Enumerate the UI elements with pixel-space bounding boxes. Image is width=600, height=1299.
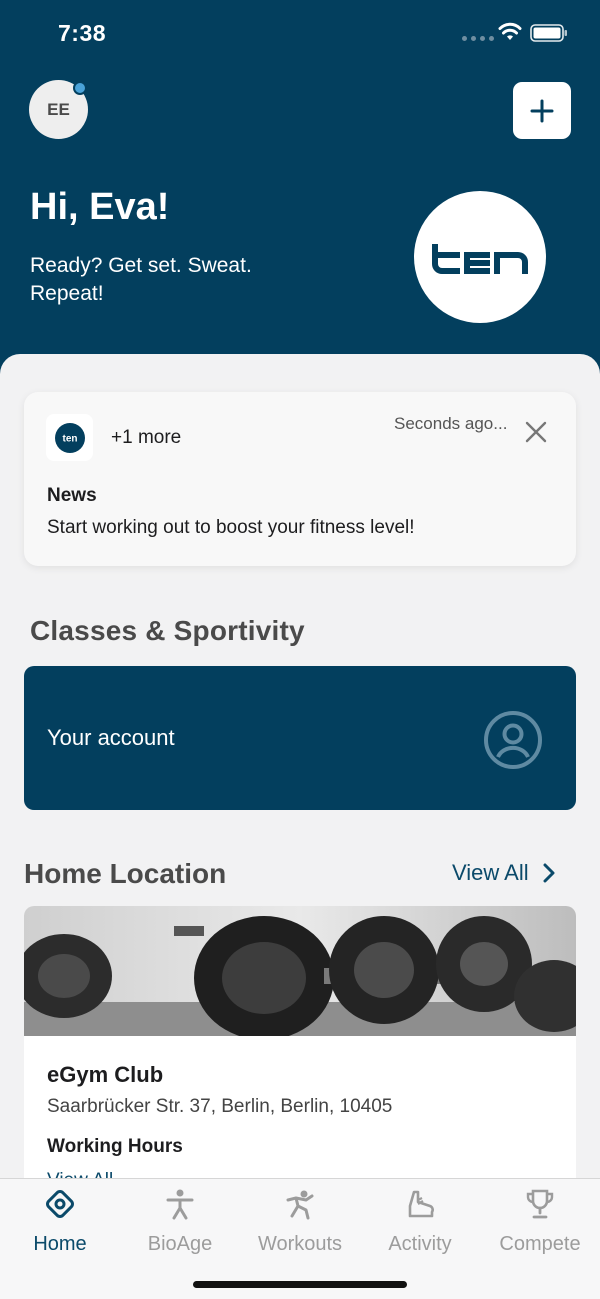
home-location-title: Home Location	[24, 858, 227, 889]
notification-time: Seconds ago...	[394, 414, 508, 433]
signal-dots-icon	[462, 36, 494, 41]
notification-title: News	[47, 485, 97, 506]
ten-logo-icon	[432, 244, 528, 274]
classes-section-title: Classes & Sportivity	[30, 615, 305, 646]
view-all-link[interactable]: View All	[452, 860, 555, 886]
location-card[interactable]: eGym Club Saarbrücker Str. 37, Berlin, B…	[24, 906, 576, 1179]
avatar-initials: EE	[47, 99, 70, 119]
plus-icon	[530, 99, 554, 122]
home-icon	[46, 1190, 74, 1218]
activity-icon	[408, 1190, 434, 1218]
close-icon[interactable]	[524, 420, 548, 444]
tab-bioage[interactable]: BioAge	[120, 1187, 240, 1257]
bioage-icon	[166, 1189, 194, 1220]
add-button[interactable]	[513, 82, 571, 139]
status-bar: 7:38	[0, 0, 600, 66]
tab-label: Workouts	[257, 1233, 343, 1255]
account-label: Your account	[47, 725, 175, 750]
notification-more[interactable]: +1 more	[111, 427, 181, 449]
tab-label: Home	[33, 1233, 87, 1255]
home-indicator	[193, 1281, 407, 1288]
tab-compete[interactable]: Compete	[480, 1187, 600, 1257]
svg-text:ten: ten	[62, 433, 77, 444]
workouts-icon	[286, 1190, 314, 1220]
gym-dumbbells-image	[24, 906, 576, 1036]
greeting: Hi, Eva!	[30, 186, 170, 228]
tab-workouts[interactable]: Workouts	[240, 1187, 360, 1257]
tab-bar: Home BioAge Workouts Activity Compete	[0, 1178, 600, 1299]
notification-body: Start working out to boost your fitness …	[47, 517, 415, 538]
tab-label: Compete	[499, 1233, 581, 1255]
chevron-right-icon	[543, 863, 555, 883]
tagline: Ready? Get set. Sweat. Repeat!	[30, 254, 252, 305]
status-time: 7:38	[58, 20, 107, 46]
working-hours-label: Working Hours	[47, 1136, 183, 1157]
battery-icon	[530, 24, 567, 42]
wifi-icon	[498, 22, 522, 40]
ten-badge-icon: ten	[54, 422, 85, 453]
view-all-label: View All	[452, 860, 529, 885]
tab-label: Activity	[388, 1233, 452, 1255]
brand-logo	[414, 191, 546, 323]
notification-app-icon: ten	[46, 414, 93, 461]
trophy-icon	[526, 1189, 554, 1219]
tab-label: BioAge	[147, 1233, 213, 1255]
user-circle-icon	[484, 711, 542, 769]
main-content[interactable]: ten +1 more Seconds ago... News Start wo…	[0, 354, 600, 1179]
tab-activity[interactable]: Activity	[360, 1187, 480, 1257]
notification-card[interactable]: ten +1 more Seconds ago... News Start wo…	[24, 392, 576, 566]
club-name: eGym Club	[47, 1062, 164, 1087]
your-account-card[interactable]: Your account	[24, 666, 576, 810]
notification-dot-icon	[73, 81, 87, 95]
header: 7:38 EE Hi, Eva! Ready? Get set. Sweat. …	[0, 0, 600, 400]
club-address: Saarbrücker Str. 37, Berlin, Berlin, 104…	[47, 1096, 393, 1117]
tab-home[interactable]: Home	[0, 1187, 120, 1257]
